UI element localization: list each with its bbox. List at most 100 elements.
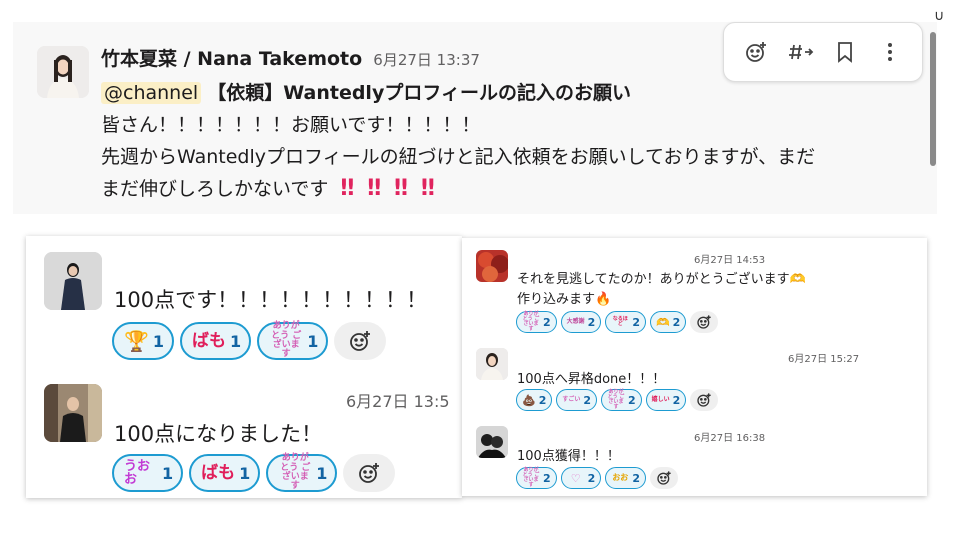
reaction-count: 1: [307, 331, 319, 351]
reaction-count: 1: [239, 463, 251, 483]
reaction-pill[interactable]: ありがとう ございます 1: [257, 321, 329, 360]
message-text: 100点獲得！！！: [517, 449, 620, 464]
add-reaction-button[interactable]: [649, 467, 678, 489]
reaction-pill[interactable]: ありがとう ございます 1: [266, 453, 338, 492]
message-header: 竹本夏菜 / Nana Takemoto 6月27日 13:37: [101, 44, 480, 71]
more-icon: [887, 43, 892, 61]
save-button[interactable]: [830, 37, 860, 67]
message-body-line: まだ伸びしろしかないです ‼ ‼ ‼ ‼: [101, 174, 442, 201]
reaction-pill[interactable]: すごい 2: [556, 389, 598, 411]
double-exclamation-emoji: ‼: [421, 176, 435, 201]
timestamp[interactable]: 6月27日 13:37: [373, 51, 480, 69]
double-exclamation-emoji: ‼: [340, 176, 354, 201]
add-reaction-button[interactable]: [334, 322, 387, 360]
reaction-pill[interactable]: ♡ 2: [560, 467, 602, 489]
reaction-row: 🏆 1 ばも 1 ありがとう ございます 1: [112, 321, 387, 360]
timestamp[interactable]: 6月27日 15:27: [788, 350, 859, 365]
double-exclamation-emoji: ‼: [367, 176, 381, 201]
corner-glyph: ∪: [934, 8, 945, 24]
daikansha-stamp-emoji: 大感謝: [566, 318, 585, 325]
reaction-pill[interactable]: ばも 1: [180, 322, 252, 360]
bookmark-icon: [838, 42, 853, 63]
reaction-count: 1: [230, 331, 242, 351]
reaction-pill[interactable]: 嬉しい 2: [645, 389, 687, 411]
share-to-channel-icon: [788, 44, 814, 60]
message-body-line: 先週からWantedlyプロフィールの紐づけと記入依頼をお願いしておりますが、ま…: [101, 146, 816, 168]
avatar[interactable]: [476, 250, 508, 282]
message-text: それを見逃してたのか！ありがとうございます🫶: [517, 272, 806, 287]
add-reaction-button[interactable]: [690, 311, 719, 333]
more-actions-button[interactable]: [875, 37, 905, 67]
add-reaction-icon: [657, 471, 671, 485]
thread-screenshot-right: 6月27日 14:53 それを見逃してたのか！ありがとうございます🫶 作り込みま…: [462, 238, 927, 496]
message-body-text: まだ伸びしろしかないです: [101, 178, 329, 200]
reaction-row: うおお 1 ばも 1 ありがとう ございます 1: [112, 453, 396, 492]
message-actions-toolbar: [723, 22, 923, 82]
arigatou-stamp-emoji: ありがとう ございます: [280, 453, 311, 492]
reaction-pill[interactable]: 大感謝 2: [560, 311, 602, 333]
reaction-count: 2: [587, 471, 596, 485]
arigatou-stamp-emoji: ありがとう ございます: [522, 311, 540, 332]
ureshii-stamp-emoji: 嬉しい: [651, 396, 670, 403]
avatar[interactable]: [37, 46, 89, 98]
arigatou-stamp-emoji: ありがとう ございます: [607, 389, 625, 410]
add-reaction-icon: [697, 315, 711, 329]
timestamp[interactable]: 6月27日 16:38: [694, 429, 765, 444]
channel-mention[interactable]: @channel: [101, 82, 202, 104]
reaction-count: 1: [316, 463, 328, 483]
add-reaction-button[interactable]: [690, 389, 719, 411]
reaction-pill[interactable]: ありがとう ございます 2: [516, 311, 557, 333]
avatar[interactable]: [44, 252, 102, 310]
reaction-pill[interactable]: 🫶 2: [649, 311, 687, 333]
reaction-pill[interactable]: ありがとう ございます 2: [516, 467, 557, 489]
sugoi-stamp-emoji: すごい: [562, 396, 581, 403]
reaction-count: 2: [632, 471, 640, 485]
message-text: 100点へ昇格done！！！: [517, 372, 666, 387]
message-title: 【依頼】Wantedlyプロフィールの記入のお願い: [207, 82, 631, 104]
trophy-emoji: 🏆: [124, 329, 149, 353]
reaction-pill[interactable]: ばも 1: [189, 454, 261, 492]
bamo-stamp-emoji: ばも: [192, 330, 227, 351]
add-reaction-button[interactable]: [343, 454, 396, 492]
message-text: 100点です！！！！！！！！！！: [114, 288, 428, 312]
avatar[interactable]: [476, 426, 508, 458]
reaction-count: 2: [628, 393, 636, 407]
reaction-row: ありがとう ございます 2 大感謝 2 なるほど 2 🫶 2: [516, 311, 719, 333]
avatar[interactable]: [44, 384, 102, 442]
message-text: 作り込みます🔥: [517, 292, 612, 307]
add-reaction-icon: [350, 331, 371, 351]
ooo-stamp-emoji: おお: [612, 473, 629, 482]
add-reaction-button[interactable]: [741, 37, 771, 67]
timestamp[interactable]: 6月27日 14:53: [694, 251, 765, 266]
reaction-count: 2: [672, 315, 681, 329]
reaction-pill[interactable]: 💩 2: [516, 389, 553, 411]
heart-hands-emoji: 🫶: [655, 315, 670, 329]
reaction-count: 2: [672, 393, 681, 407]
reaction-row: 💩 2 すごい 2 ありがとう ございます 2 嬉しい 2: [516, 389, 719, 411]
arigatou-stamp-emoji: ありがとう ございます: [522, 467, 540, 488]
naruhodo-stamp-emoji: なるほど: [612, 316, 628, 327]
reaction-row: ありがとう ございます 2 ♡ 2 おお 2: [516, 467, 678, 489]
add-reaction-icon: [359, 463, 380, 483]
reaction-pill[interactable]: なるほど 2: [605, 311, 646, 333]
avatar[interactable]: [476, 348, 508, 380]
scrollbar[interactable]: [930, 32, 936, 166]
poop-emoji: 💩: [522, 393, 536, 407]
bamo-stamp-emoji: ばも: [201, 462, 236, 483]
heart-stamp-emoji: ♡: [570, 471, 581, 485]
share-to-channel-button[interactable]: [786, 37, 816, 67]
reaction-count: 2: [587, 315, 596, 329]
uooo-stamp-emoji: うおお: [124, 459, 151, 487]
sender-name[interactable]: 竹本夏菜 / Nana Takemoto: [101, 48, 362, 70]
reaction-count: 2: [583, 393, 592, 407]
reaction-count: 1: [162, 463, 174, 483]
message-body-line: 皆さん！！！！！！！お願いです！！！！！: [101, 114, 481, 136]
reaction-pill[interactable]: うおお 1: [112, 454, 184, 492]
reaction-pill[interactable]: 🏆 1: [112, 322, 175, 360]
message-title-line: @channel 【依頼】Wantedlyプロフィールの記入のお願い: [101, 78, 631, 105]
double-exclamation-emoji: ‼: [394, 176, 408, 201]
timestamp[interactable]: 6月27日 13:5: [346, 388, 450, 412]
reaction-pill[interactable]: おお 2: [605, 467, 646, 489]
arigatou-stamp-emoji: ありがとう ございます: [271, 321, 302, 360]
reaction-pill[interactable]: ありがとう ございます 2: [601, 389, 642, 411]
